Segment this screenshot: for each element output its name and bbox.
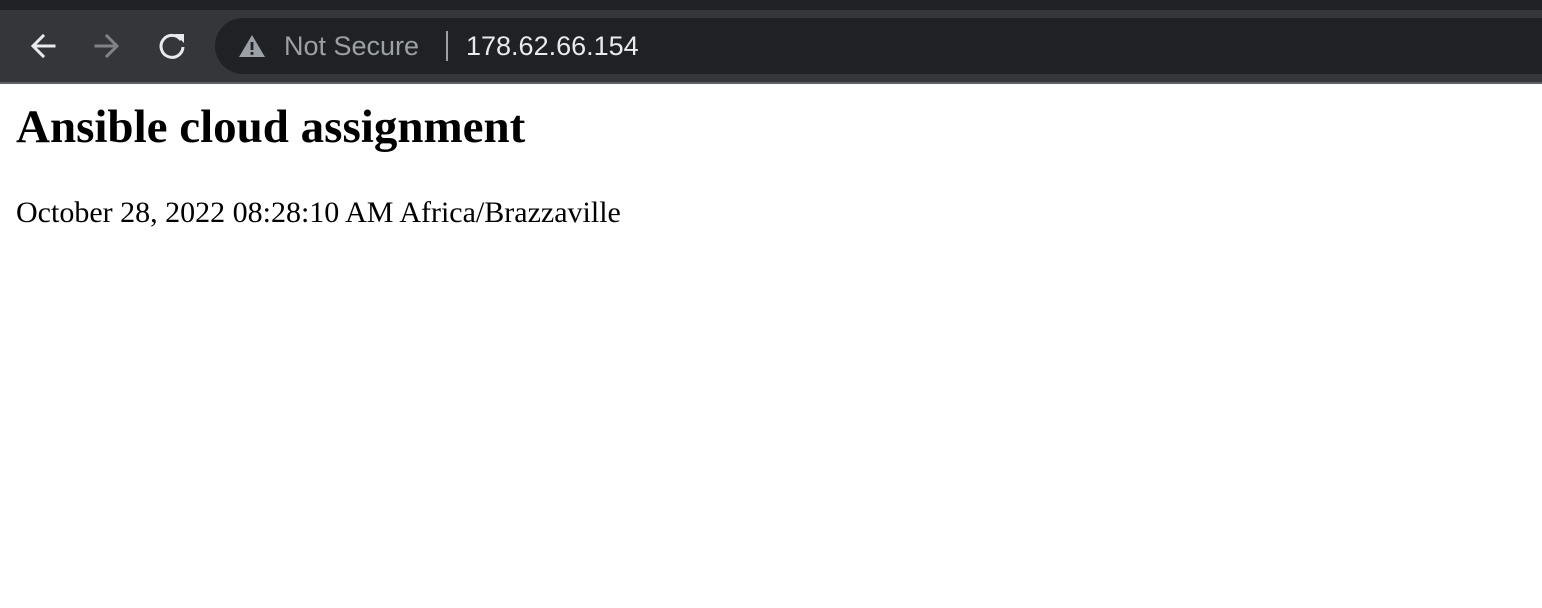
page-content: Ansible cloud assignment October 28, 202… (0, 84, 1542, 608)
url-text[interactable]: 178.62.66.154 (466, 28, 639, 64)
security-status-label[interactable]: Not Secure (284, 28, 419, 64)
browser-toolbar: Not Secure 178.62.66.154 (0, 0, 1542, 84)
warning-triangle-icon[interactable] (238, 33, 266, 59)
page-title: Ansible cloud assignment (16, 101, 526, 153)
address-bar-divider (446, 31, 448, 61)
page-timestamp: October 28, 2022 08:28:10 AM Africa/Braz… (16, 196, 621, 229)
